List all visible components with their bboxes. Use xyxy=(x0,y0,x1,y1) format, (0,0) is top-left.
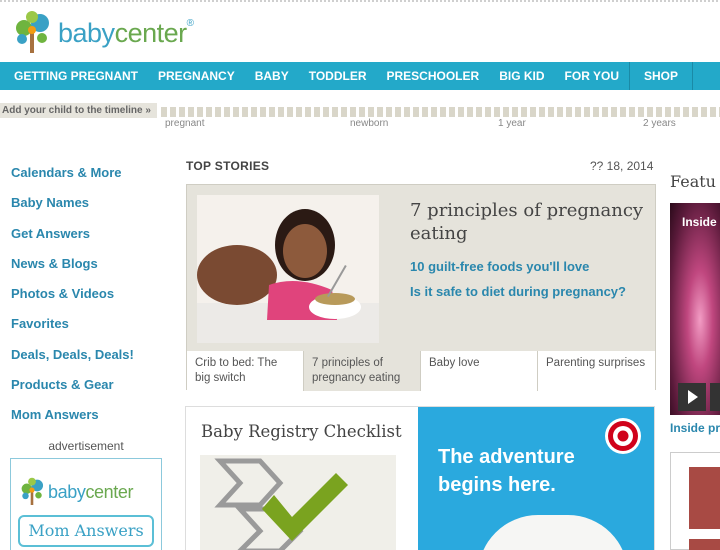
target-ad-baby-image xyxy=(478,515,628,550)
babycenter-tree-icon xyxy=(16,11,49,53)
nav-getting-pregnant[interactable]: GETTING PREGNANT xyxy=(0,62,148,90)
pause-icon[interactable] xyxy=(710,383,720,411)
top-story-panel: 7 principles of pregnancy eating 10 guil… xyxy=(186,184,656,391)
nav-for-you[interactable]: FOR YOU xyxy=(555,62,629,90)
left-sidebar: Calendars & More Baby Names Get Answers … xyxy=(11,160,161,433)
featured-caption[interactable]: Inside pre xyxy=(670,421,720,435)
timeline-stage-1-year: 1 year xyxy=(498,118,526,129)
top-dotted-border xyxy=(0,0,720,2)
sidebar-calendars[interactable]: Calendars & More xyxy=(11,160,161,190)
timeline-stage-newborn: newborn xyxy=(350,118,389,129)
sidebar-get-answers[interactable]: Get Answers xyxy=(11,221,161,251)
ad-logo: babycenter xyxy=(19,477,133,507)
add-child-timeline-button[interactable]: Add your child to the timeline » xyxy=(0,103,157,118)
double-chevron-right-icon: » xyxy=(145,105,151,116)
featured-thumbnails xyxy=(670,452,720,550)
story-headline[interactable]: 7 principles of pregnancy eating xyxy=(410,199,650,245)
nav-shop[interactable]: SHOP xyxy=(630,62,693,90)
target-ad[interactable]: The adventure begins here. xyxy=(418,407,654,550)
sidebar-baby-names[interactable]: Baby Names xyxy=(11,190,161,220)
nav-preschooler[interactable]: PRESCHOOLER xyxy=(377,62,490,90)
babycenter-tree-icon xyxy=(21,477,44,505)
target-ad-text: The adventure begins here. xyxy=(438,446,575,496)
mom-answers-ad-button[interactable]: Mom Answers xyxy=(18,515,154,547)
checkmark-icon xyxy=(214,458,348,550)
timeline-stage-pregnant: pregnant xyxy=(165,118,205,129)
advertisement-label: advertisement xyxy=(48,439,124,453)
sidebar-news-blogs[interactable]: News & Blogs xyxy=(11,251,161,281)
story-tab-baby-love[interactable]: Baby love xyxy=(421,351,538,391)
top-stories-date: ?? 18, 2014 xyxy=(590,159,654,173)
play-icon[interactable] xyxy=(678,383,706,411)
featured-thumbnail[interactable] xyxy=(689,539,720,550)
nav-toddler[interactable]: TODDLER xyxy=(299,62,377,90)
brand-wordmark: babycenter® xyxy=(58,17,194,48)
babycenter-logo[interactable]: babycenter® xyxy=(12,8,194,58)
nav-baby[interactable]: BABY xyxy=(245,62,299,90)
sidebar-favorites[interactable]: Favorites xyxy=(11,311,161,341)
story-tab-crib-to-bed[interactable]: Crib to bed: The big switch xyxy=(187,351,304,391)
sidebar-photos-videos[interactable]: Photos & Videos xyxy=(11,281,161,311)
ad-wordmark: babycenter xyxy=(48,481,134,502)
child-timeline: Add your child to the timeline » pregnan… xyxy=(0,103,720,133)
woman-eating-photo xyxy=(197,195,379,343)
timeline-track[interactable] xyxy=(161,107,720,117)
featured-video-overlay: Inside xyxy=(682,215,717,229)
featured-video[interactable]: Inside xyxy=(670,203,720,415)
story-link-guilt-free-foods[interactable]: 10 guilt-free foods you'll love xyxy=(410,259,589,274)
story-tab-pregnancy-eating[interactable]: 7 principles of pregnancy eating xyxy=(304,351,421,391)
main-nav: GETTING PREGNANT PREGNANCY BABY TODDLER … xyxy=(0,62,720,90)
featured-thumbnail[interactable] xyxy=(689,467,720,529)
baby-registry-card[interactable]: Baby Registry Checklist The adventure beg… xyxy=(185,406,655,550)
registry-title: Baby Registry Checklist xyxy=(201,422,402,441)
sidebar-products-gear[interactable]: Products & Gear xyxy=(11,372,161,402)
story-link-diet-pregnancy[interactable]: Is it safe to diet during pregnancy? xyxy=(410,284,626,299)
sidebar-mom-answers[interactable]: Mom Answers xyxy=(11,402,161,432)
featured-heading: Featu xyxy=(670,172,716,191)
checklist-illustration xyxy=(200,455,396,550)
story-photo[interactable] xyxy=(197,195,379,343)
story-tab-parenting-surprises[interactable]: Parenting surprises xyxy=(538,351,655,391)
sidebar-deals[interactable]: Deals, Deals, Deals! xyxy=(11,342,161,372)
sidebar-ad[interactable]: babycenter Mom Answers xyxy=(10,458,162,550)
story-tabs: Crib to bed: The big switch 7 principles… xyxy=(187,351,655,391)
timeline-stage-2-years: 2 years xyxy=(643,118,676,129)
nav-pregnancy[interactable]: PREGNANCY xyxy=(148,62,245,90)
nav-big-kid[interactable]: BIG KID xyxy=(489,62,554,90)
top-stories-heading: TOP STORIES xyxy=(186,159,270,173)
